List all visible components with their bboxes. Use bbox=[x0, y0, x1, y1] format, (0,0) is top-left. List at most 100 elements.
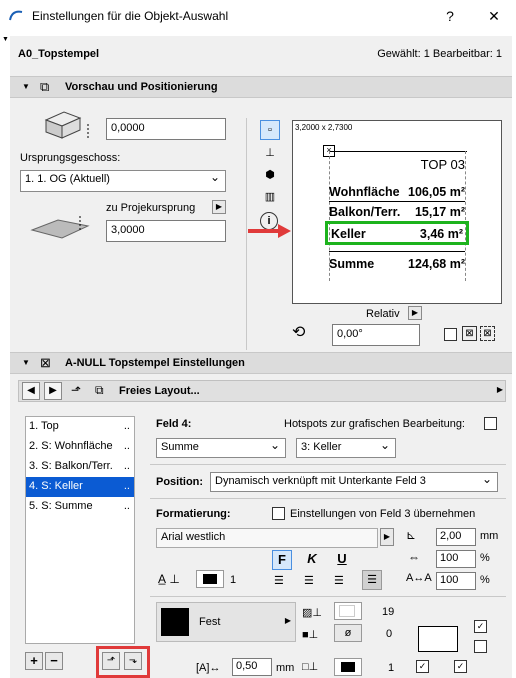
preview-canvas: 3,2000 x 2,7300 × TOP 03 Wohnfläche 106,… bbox=[292, 120, 502, 304]
field-type-select[interactable]: Summe bbox=[156, 438, 286, 458]
hotspots-label: Hotspots zur grafischen Bearbeitung: bbox=[284, 418, 465, 430]
list-item-selected[interactable]: 4. S: Keller.. bbox=[26, 477, 134, 497]
mirror-x-icon[interactable]: ⊠ bbox=[462, 326, 477, 341]
plane-icon bbox=[30, 216, 94, 242]
text-pen-value: 1 bbox=[230, 574, 237, 586]
rotation-icon: ⟲ bbox=[292, 324, 306, 341]
floorplan-view-icon[interactable]: ▫ bbox=[260, 120, 280, 140]
remove-field-button[interactable]: − bbox=[45, 652, 63, 670]
close-button[interactable]: ✕ bbox=[482, 6, 506, 26]
window-title: Einstellungen für die Objekt-Auswahl bbox=[32, 9, 229, 23]
position-label: Position: bbox=[156, 476, 204, 488]
angle-input[interactable]: 0,00° bbox=[332, 324, 420, 346]
divider bbox=[150, 464, 506, 465]
align-center-icon[interactable]: ☰ bbox=[304, 574, 314, 587]
preview-row-label: Summe bbox=[329, 257, 375, 271]
preview-row-value: 15,17 m² bbox=[414, 205, 465, 219]
title-bar: Einstellungen für die Objekt-Auswahl ? ✕ bbox=[0, 0, 516, 32]
inherit-checkbox[interactable] bbox=[272, 507, 285, 520]
frame-left-checkbox[interactable]: ✓ bbox=[416, 660, 429, 673]
format-label: Formatierung: bbox=[156, 508, 231, 520]
text-size-input[interactable]: 2,00 bbox=[436, 528, 476, 546]
list-item[interactable]: 1. Top.. bbox=[26, 417, 134, 437]
position-select[interactable]: Dynamisch verknüpft mit Unterkante Feld … bbox=[210, 472, 498, 492]
frame-right-checkbox[interactable]: ✓ bbox=[474, 620, 487, 633]
export-icon[interactable]: ⬏ bbox=[71, 383, 81, 397]
preview-row-label: Balkon/Terr. bbox=[329, 205, 401, 219]
fill-pen-swatch[interactable] bbox=[334, 602, 362, 620]
next-page-button[interactable]: ▶ bbox=[44, 382, 62, 400]
preview-row-label: Keller bbox=[331, 227, 366, 241]
hotspots-checkbox[interactable] bbox=[484, 417, 497, 430]
frame-pen-icon: □⊥ bbox=[302, 661, 319, 673]
preview-row-value: 106,05 m² bbox=[408, 185, 465, 199]
font-arrow-button[interactable]: ▶ bbox=[380, 528, 394, 546]
relative-arrow-button[interactable]: ▶ bbox=[408, 306, 422, 320]
fill-pen-value: 19 bbox=[382, 606, 395, 618]
preview-top-label: TOP 03 bbox=[420, 157, 465, 172]
bg-pen-value: 0 bbox=[386, 628, 393, 640]
top-line bbox=[329, 151, 467, 152]
collapse-arrow-icon[interactable]: ▼ bbox=[2, 36, 9, 43]
font-select[interactable]: Arial westlich bbox=[156, 528, 378, 548]
object-name: A0_Topstempel bbox=[18, 48, 100, 60]
align-justify-icon[interactable]: ☰ bbox=[362, 570, 382, 590]
frame-offset-icon: [A]↔ bbox=[196, 662, 221, 674]
underline-button[interactable]: U bbox=[332, 550, 352, 570]
fill-label: Fest bbox=[199, 616, 221, 628]
frame-offset-unit: mm bbox=[276, 662, 295, 674]
fill-pen-icon: ▨⊥ bbox=[302, 607, 322, 619]
elevation-input[interactable]: 0,0000 bbox=[106, 118, 226, 140]
layout-icon: ⧉ bbox=[95, 383, 104, 397]
field-source-select[interactable]: 3: Keller bbox=[296, 438, 396, 458]
section-preview-header[interactable]: ▼ ⧉ Vorschau und Positionierung bbox=[10, 76, 512, 98]
divider bbox=[150, 498, 506, 499]
project-origin-input[interactable]: 3,0000 bbox=[106, 220, 226, 242]
layout-arrow-icon[interactable]: ▶ bbox=[497, 385, 503, 394]
app-icon bbox=[8, 8, 24, 22]
fill-select[interactable]: Fest ▶ bbox=[156, 602, 296, 642]
mirror-y-icon[interactable]: ⊠ bbox=[480, 326, 495, 341]
mirror-checkbox[interactable] bbox=[444, 328, 457, 341]
3d-view-icon[interactable]: ⬢ bbox=[262, 168, 278, 181]
width-icon: ⇔ bbox=[408, 550, 420, 564]
spacing-input[interactable]: 100 bbox=[436, 572, 476, 590]
frame-offset-input[interactable]: 0,50 bbox=[232, 658, 272, 676]
list-item[interactable]: 5. S: Summe.. bbox=[26, 497, 134, 517]
italic-button[interactable]: K bbox=[302, 550, 322, 570]
section-settings-title: A-NULL Topstempel Einstellungen bbox=[65, 357, 245, 369]
section-preview-title: Vorschau und Positionierung bbox=[65, 81, 218, 93]
chevron-down-icon: ▼ bbox=[22, 82, 30, 91]
align-right-icon[interactable]: ☰ bbox=[334, 574, 344, 587]
frame-bottom-checkbox[interactable]: ✓ bbox=[454, 660, 467, 673]
bg-pen-icon: ■⊥ bbox=[302, 629, 319, 641]
settings-panel: A0_Topstempel Gewählt: 1 Bearbeitbar: 1 … bbox=[10, 36, 512, 678]
add-field-button[interactable]: + bbox=[25, 652, 43, 670]
section-settings-header[interactable]: ▼ ⊠ A-NULL Topstempel Einstellungen bbox=[10, 352, 512, 374]
section-view-icon[interactable]: ⊥ bbox=[262, 146, 278, 159]
width-input[interactable]: 100 bbox=[436, 550, 476, 568]
bold-button[interactable]: F bbox=[272, 550, 292, 570]
preview-size: 3,2000 x 2,7300 bbox=[295, 123, 353, 132]
prev-page-button[interactable]: ◀ bbox=[22, 382, 40, 400]
project-origin-arrow-button[interactable]: ▶ bbox=[212, 200, 226, 214]
text-pen-swatch[interactable] bbox=[196, 570, 224, 588]
spacing-icon: A↔A bbox=[406, 572, 432, 584]
frame-right2-checkbox[interactable] bbox=[474, 640, 487, 653]
help-button[interactable]: ? bbox=[438, 6, 462, 26]
move-up-button[interactable]: ⬏ bbox=[102, 652, 120, 670]
project-origin-label: zu Projekursprung bbox=[106, 202, 196, 214]
fill-arrow-icon: ▶ bbox=[284, 616, 291, 625]
frame-pen-swatch[interactable] bbox=[334, 658, 362, 676]
guide-line bbox=[465, 151, 466, 281]
move-down-button[interactable]: ⬎ bbox=[124, 652, 142, 670]
origin-story-select[interactable]: 1. 1. OG (Aktuell) bbox=[20, 170, 226, 192]
bg-pen-swatch[interactable]: ø bbox=[334, 624, 362, 642]
layout-label[interactable]: Freies Layout... bbox=[119, 385, 200, 397]
row-divider bbox=[329, 201, 465, 202]
align-left-icon[interactable]: ☰ bbox=[274, 574, 284, 587]
list-view-icon[interactable]: ▥ bbox=[262, 190, 278, 203]
layout-toolbar: ◀ ▶ ⬏ ⧉ Freies Layout... ▶ bbox=[18, 380, 506, 402]
list-item[interactable]: 3. S: Balkon/Terr... bbox=[26, 457, 134, 477]
list-item[interactable]: 2. S: Wohnfläche.. bbox=[26, 437, 134, 457]
